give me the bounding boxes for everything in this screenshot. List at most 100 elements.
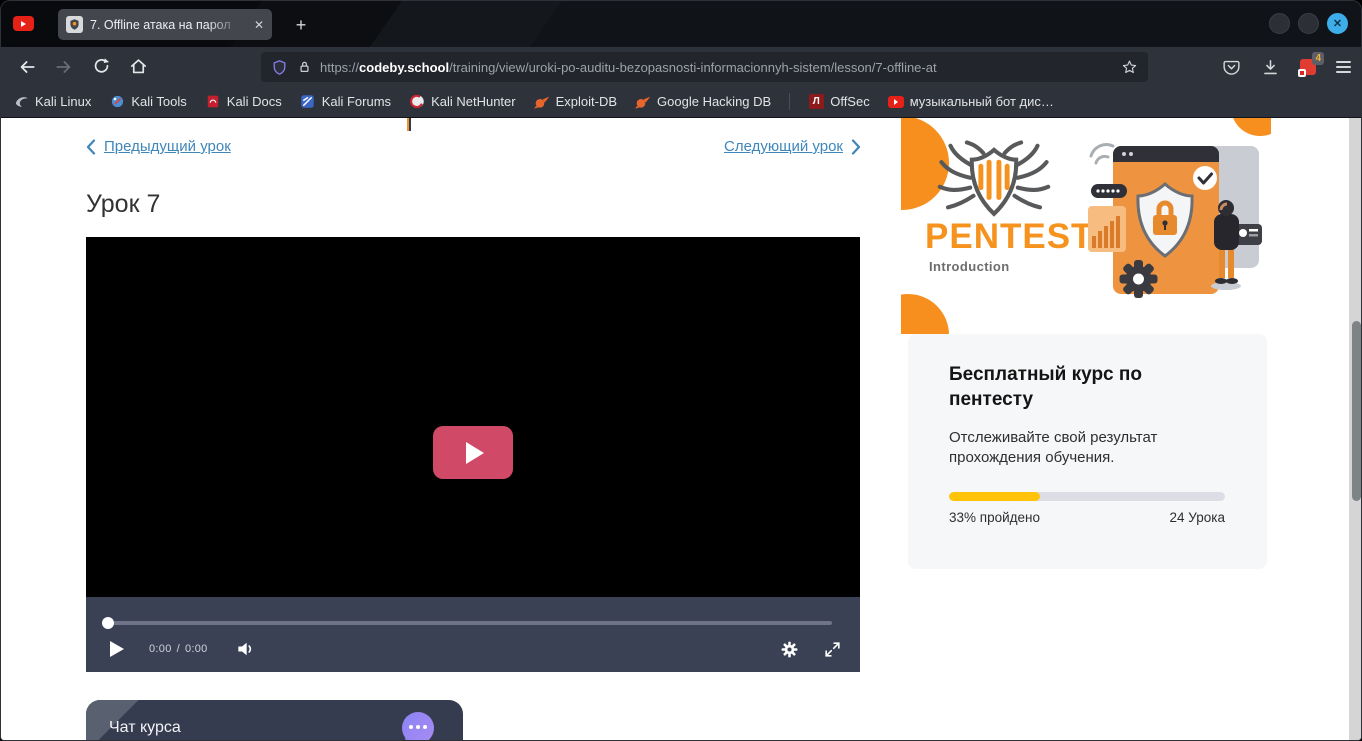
- player-controls: 0:00 / 0:00: [86, 597, 860, 672]
- url-scheme: https://: [320, 60, 359, 75]
- banner-subtitle: Introduction: [929, 259, 1010, 274]
- bookmark-label: Kali Tools: [131, 94, 186, 109]
- youtube-icon: [21, 21, 26, 27]
- window-controls: ✕: [1269, 13, 1348, 34]
- kali-linux-icon: [13, 94, 29, 110]
- bookmarks-bar: Kali Linux Kali Tools Kali Docs Kali For…: [1, 86, 1361, 118]
- time-display: 0:00 / 0:00: [149, 643, 208, 655]
- bookmark-label: OffSec: [830, 94, 870, 109]
- video-player[interactable]: 0:00 / 0:00: [86, 237, 860, 672]
- exploit-db-icon: [534, 94, 550, 110]
- new-tab-button[interactable]: +: [289, 13, 313, 37]
- nav-buttons: [13, 53, 152, 81]
- offsec-icon: Л: [808, 94, 824, 110]
- bookmark-label: музыкальный бот дис…: [910, 94, 1054, 109]
- seek-bar[interactable]: [105, 621, 832, 625]
- url-bar[interactable]: https://codeby.school/training/view/urok…: [261, 52, 1148, 82]
- back-button[interactable]: [13, 53, 41, 81]
- bookmark-label: Kali NetHunter: [431, 94, 516, 109]
- minimize-button[interactable]: [1269, 13, 1290, 34]
- bookmark-kali-forums[interactable]: Kali Forums: [300, 94, 391, 110]
- extension-icon[interactable]: 4: [1300, 59, 1316, 75]
- reload-button[interactable]: [87, 53, 115, 81]
- bookmark-kali-tools[interactable]: Kali Tools: [109, 94, 186, 110]
- forward-button[interactable]: [50, 53, 78, 81]
- settings-gear-button[interactable]: [780, 640, 799, 659]
- tracking-protection-shield-icon[interactable]: [271, 59, 288, 76]
- course-chat-panel[interactable]: Чат курса: [86, 700, 463, 741]
- page-logo-fragment: [407, 118, 412, 131]
- bookmark-label: Exploit-DB: [556, 94, 617, 109]
- page-scrollbar[interactable]: [1349, 118, 1361, 741]
- navigation-toolbar: https://codeby.school/training/view/urok…: [1, 47, 1361, 86]
- reload-icon: [92, 57, 111, 76]
- extension-mini-icon: [1298, 69, 1306, 77]
- kali-nethunter-icon: [409, 94, 425, 110]
- time-separator: /: [177, 643, 180, 655]
- fullscreen-button[interactable]: [823, 640, 842, 659]
- chevron-left-icon: [86, 139, 96, 155]
- chat-bubble-icon[interactable]: [402, 712, 434, 741]
- tab-close-icon[interactable]: ✕: [254, 18, 264, 32]
- active-tab[interactable]: 7. Offline атака на парол ✕: [58, 9, 272, 40]
- course-card-description: Отслеживайте свой результат прохождения …: [949, 428, 1189, 468]
- lesson-title: Урок 7: [86, 190, 160, 219]
- progress-percent-label: 33% пройдено: [949, 510, 1040, 525]
- current-time: 0:00: [149, 643, 172, 655]
- lock-icon[interactable]: [297, 59, 312, 75]
- bookmark-google-hacking-db[interactable]: Google Hacking DB: [635, 94, 771, 110]
- page-content: Предыдущий урок Следующий урок Урок 7 0:…: [1, 118, 1361, 741]
- next-lesson-link[interactable]: Следующий урок: [724, 138, 861, 155]
- duration: 0:00: [185, 643, 208, 655]
- lesson-navigation: Предыдущий урок Следующий урок: [86, 138, 861, 160]
- banner-brand: PENTEST: [925, 217, 1093, 257]
- url-path: /training/view/uroki-po-auditu-bezopasno…: [449, 60, 937, 75]
- banner-circle-decoration: [901, 294, 949, 334]
- bookmark-music-bot[interactable]: музыкальный бот дис…: [888, 94, 1054, 110]
- prev-lesson-link[interactable]: Предыдущий урок: [86, 138, 231, 155]
- forward-arrow-icon: [54, 57, 74, 77]
- pentest-spider-logo: [923, 140, 1065, 218]
- extension-badge: 4: [1312, 52, 1324, 65]
- volume-button[interactable]: [234, 639, 256, 659]
- course-progress-fill: [949, 492, 1040, 501]
- bookmark-kali-nethunter[interactable]: Kali NetHunter: [409, 94, 516, 110]
- play-button[interactable]: [108, 640, 125, 658]
- chevron-right-icon: [851, 139, 861, 155]
- google-hacking-db-icon: [635, 94, 651, 110]
- lessons-count-label: 24 Урока: [1170, 510, 1225, 525]
- course-progress-bar: [949, 492, 1225, 501]
- course-banner: PENTEST Introduction: [901, 118, 1271, 334]
- pocket-icon[interactable]: [1222, 58, 1241, 77]
- course-card-title: Бесплатный курс по пентесту: [949, 362, 1209, 412]
- seek-handle[interactable]: [102, 617, 114, 629]
- bookmark-label: Kali Linux: [35, 94, 91, 109]
- play-icon: [466, 442, 484, 464]
- big-play-button[interactable]: [433, 426, 513, 479]
- prev-lesson-label[interactable]: Предыдущий урок: [104, 138, 231, 155]
- pinned-tab-youtube[interactable]: [13, 16, 34, 31]
- downloads-icon[interactable]: [1261, 58, 1280, 77]
- url-domain: codeby.school: [359, 60, 449, 75]
- home-button[interactable]: [124, 53, 152, 81]
- bookmark-star-icon[interactable]: [1121, 59, 1138, 76]
- next-lesson-label[interactable]: Следующий урок: [724, 138, 843, 155]
- scrollbar-thumb[interactable]: [1352, 321, 1361, 501]
- bookmarks-separator: [789, 93, 790, 110]
- bookmark-exploit-db[interactable]: Exploit-DB: [534, 94, 617, 110]
- close-button[interactable]: ✕: [1327, 13, 1348, 34]
- back-arrow-icon: [17, 57, 37, 77]
- kali-tools-icon: [109, 94, 125, 110]
- bookmark-label: Kali Forums: [322, 94, 391, 109]
- bookmark-kali-linux[interactable]: Kali Linux: [13, 94, 91, 110]
- bookmark-offsec[interactable]: Л OffSec: [808, 94, 870, 110]
- course-progress-card: Бесплатный курс по пентесту Отслеживайте…: [908, 334, 1267, 569]
- menu-button[interactable]: [1336, 58, 1351, 76]
- maximize-button[interactable]: [1298, 13, 1319, 34]
- titlebar: 7. Offline атака на парол ✕ + ✕: [1, 1, 1361, 47]
- bookmark-kali-docs[interactable]: Kali Docs: [205, 94, 282, 110]
- url-text[interactable]: https://codeby.school/training/view/urok…: [320, 60, 1080, 75]
- bookmark-label: Google Hacking DB: [657, 94, 771, 109]
- chat-title: Чат курса: [109, 719, 181, 737]
- security-illustration: [1083, 128, 1265, 300]
